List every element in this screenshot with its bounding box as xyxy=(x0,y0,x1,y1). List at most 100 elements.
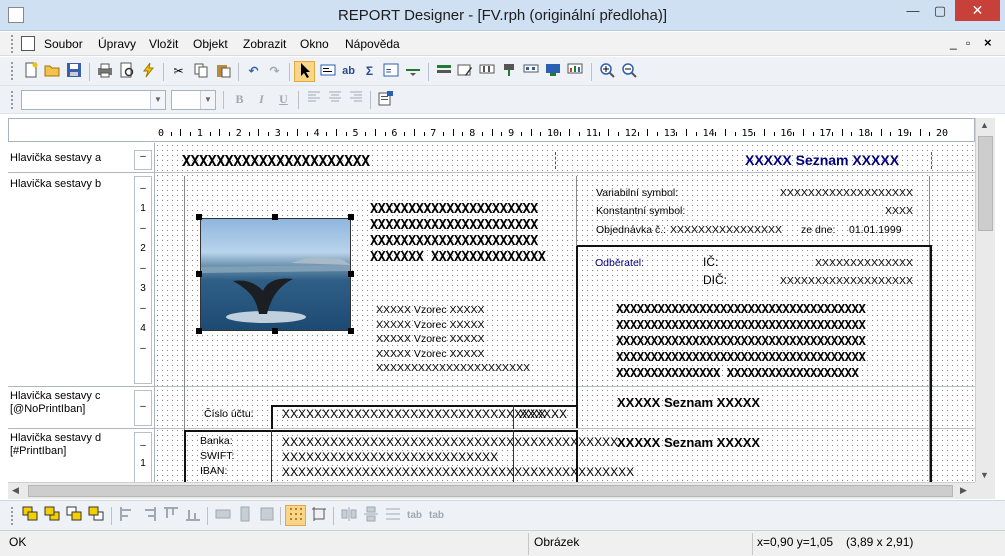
bring-forward-icon[interactable] xyxy=(64,506,83,525)
resize-handle[interactable] xyxy=(272,214,278,220)
band-columns-icon[interactable] xyxy=(477,62,496,81)
underline-button[interactable]: U xyxy=(274,90,293,109)
open-folder-icon[interactable] xyxy=(42,62,61,81)
undo-icon[interactable]: ↶ xyxy=(244,62,263,81)
section-label-d[interactable]: Hlavička sestavy d [#PrintIban] xyxy=(10,432,101,458)
menu-napoveda[interactable]: Nápověda xyxy=(345,37,400,51)
print-preview-icon[interactable] xyxy=(117,62,136,81)
label-ab-icon[interactable]: ab xyxy=(339,62,358,81)
header-left-field[interactable]: XXXXXXXXXXXXXXXXXXXXXX xyxy=(182,152,370,170)
formula-block[interactable]: XXXXX Vzorec XXXXX XXXXX Vzorec XXXXX XX… xyxy=(376,303,530,376)
resize-handle[interactable] xyxy=(272,328,278,334)
run-lightning-icon[interactable] xyxy=(139,62,158,81)
send-backward-icon[interactable] xyxy=(86,506,105,525)
snap-to-grid-icon[interactable] xyxy=(285,505,306,526)
order-date-value[interactable]: 01.01.1999 xyxy=(849,224,902,236)
align-center-icon[interactable] xyxy=(325,90,344,109)
subreport-icon[interactable] xyxy=(543,62,562,81)
section-a-marker[interactable]: – xyxy=(134,150,152,170)
paste-icon[interactable] xyxy=(213,62,232,81)
toolbar-grip[interactable] xyxy=(11,91,14,109)
italic-button[interactable]: I xyxy=(252,90,271,109)
sum-icon[interactable]: Σ xyxy=(360,62,379,81)
menu-upravy[interactable]: Úpravy xyxy=(98,37,136,51)
align-right-icon[interactable] xyxy=(346,90,365,109)
vertical-scrollbar[interactable]: ▲ ▼ xyxy=(975,118,995,484)
same-height-icon[interactable] xyxy=(235,506,254,525)
align-top-edges-icon[interactable] xyxy=(161,506,180,525)
seznam-c-field[interactable]: XXXXX Seznam XXXXX xyxy=(617,395,760,410)
mdi-close-button[interactable]: × xyxy=(984,35,992,50)
group-band-icon[interactable] xyxy=(521,62,540,81)
bank-value[interactable]: XXXXXXXXXXXXXXXXXXXXXXXXXXXXXXXXXXXXXXXX… xyxy=(282,435,618,449)
supplier-block[interactable]: XXXXXXXXXXXXXXXXXXXXXX XXXXXXXXXXXXXXXXX… xyxy=(370,201,546,265)
horizontal-scrollbar[interactable]: ◀ ▶ xyxy=(8,482,975,499)
mdi-minimize-button[interactable]: _ xyxy=(950,36,957,50)
mdi-restore-button[interactable]: ▫ xyxy=(966,36,970,50)
send-to-back-icon[interactable] xyxy=(42,506,61,525)
formula-icon[interactable]: = xyxy=(381,62,400,81)
chevron-down-icon[interactable]: ▼ xyxy=(150,91,165,109)
account-value[interactable]: XXXXXXXXXXXXXXXXXXXXXXXXXXXXXXXXX xyxy=(282,407,546,421)
center-vertical-icon[interactable] xyxy=(361,506,380,525)
text-field-icon[interactable] xyxy=(318,62,337,81)
zoom-in-icon[interactable] xyxy=(597,62,616,81)
same-size-icon[interactable] xyxy=(257,506,276,525)
copy-icon[interactable] xyxy=(191,62,210,81)
edit-band-icon[interactable] xyxy=(455,62,474,81)
redo-icon[interactable]: ↷ xyxy=(265,62,284,81)
constant-symbol-value[interactable]: XXXX xyxy=(779,205,913,217)
seznam-d-field[interactable]: XXXXX Seznam XXXXX xyxy=(617,435,760,450)
menu-zobrazit[interactable]: Zobrazit xyxy=(243,37,286,51)
toolbar-grip[interactable] xyxy=(11,507,14,525)
cut-icon[interactable]: ✂ xyxy=(169,62,188,81)
distribute-icon[interactable] xyxy=(383,506,402,525)
close-button[interactable]: ✕ xyxy=(955,0,1000,21)
menu-okno[interactable]: Okno xyxy=(300,37,329,51)
chevron-down-icon[interactable]: ▼ xyxy=(200,91,215,109)
maximize-button[interactable]: ▢ xyxy=(927,1,953,21)
menu-grip[interactable] xyxy=(11,35,14,53)
menu-vlozit[interactable]: Vložit xyxy=(149,37,178,51)
iban-value[interactable]: XXXXXXXXXXXXXXXXXXXXXXXXXXXXXXXXXXXXXXXX… xyxy=(282,465,634,479)
print-icon[interactable] xyxy=(95,62,114,81)
font-name-combo[interactable]: ▼ xyxy=(21,90,166,110)
menu-soubor[interactable]: Soubor xyxy=(44,37,83,51)
menu-objekt[interactable]: Objekt xyxy=(193,37,228,51)
resize-handle[interactable] xyxy=(196,214,202,220)
chart-band-icon[interactable] xyxy=(565,62,584,81)
save-icon[interactable] xyxy=(64,62,83,81)
bold-button[interactable]: B xyxy=(230,90,249,109)
scroll-right-icon[interactable]: ▶ xyxy=(960,485,967,496)
line-icon[interactable] xyxy=(403,62,422,81)
section-label-c[interactable]: Hlavička sestavy c [@NoPrintIban] xyxy=(10,390,100,416)
resize-handle[interactable] xyxy=(196,328,202,334)
zoom-out-icon[interactable] xyxy=(619,62,638,81)
scroll-up-icon[interactable]: ▲ xyxy=(980,120,989,130)
section-b-marker[interactable]: – 1 – 2 – 3 – 4 – xyxy=(134,176,152,384)
vertical-scroll-thumb[interactable] xyxy=(978,136,993,231)
properties-icon[interactable] xyxy=(376,90,395,109)
tab-order-reverse-button[interactable]: tab xyxy=(427,506,446,525)
insert-band-icon[interactable] xyxy=(434,62,453,81)
dic-value[interactable]: XXXXXXXXXXXXXXXXXXX xyxy=(779,275,913,287)
swift-value[interactable]: XXXXXXXXXXXXXXXXXXXXXXXXXXX xyxy=(282,450,498,464)
toolbar-grip[interactable] xyxy=(11,62,14,80)
center-horizontal-icon[interactable] xyxy=(339,506,358,525)
align-right-edges-icon[interactable] xyxy=(139,506,158,525)
variable-symbol-value[interactable]: XXXXXXXXXXXXXXXXXXX xyxy=(779,187,913,199)
new-file-icon[interactable] xyxy=(21,62,40,81)
document-icon[interactable] xyxy=(21,36,35,51)
customer-address-block[interactable]: XXXXXXXXXXXXXXXXXXXXXXXXXXXXXXXXXXXX XXX… xyxy=(616,301,866,381)
select-pointer-icon[interactable] xyxy=(294,61,315,82)
bring-to-front-icon[interactable] xyxy=(20,506,39,525)
whale-image[interactable] xyxy=(200,218,351,331)
order-value[interactable]: XXXXXXXXXXXXXXXX xyxy=(670,224,782,236)
design-canvas[interactable]: XXXXXXXXXXXXXXXXXXXXXX XXXXX Seznam XXXX… xyxy=(155,143,975,483)
resize-handle[interactable] xyxy=(348,328,354,334)
font-size-combo[interactable]: ▼ xyxy=(171,90,216,110)
band-marker-icon[interactable] xyxy=(499,62,518,81)
tab-order-button[interactable]: tab xyxy=(405,506,424,525)
align-left-icon[interactable] xyxy=(304,90,323,109)
align-bottom-edges-icon[interactable] xyxy=(183,506,202,525)
